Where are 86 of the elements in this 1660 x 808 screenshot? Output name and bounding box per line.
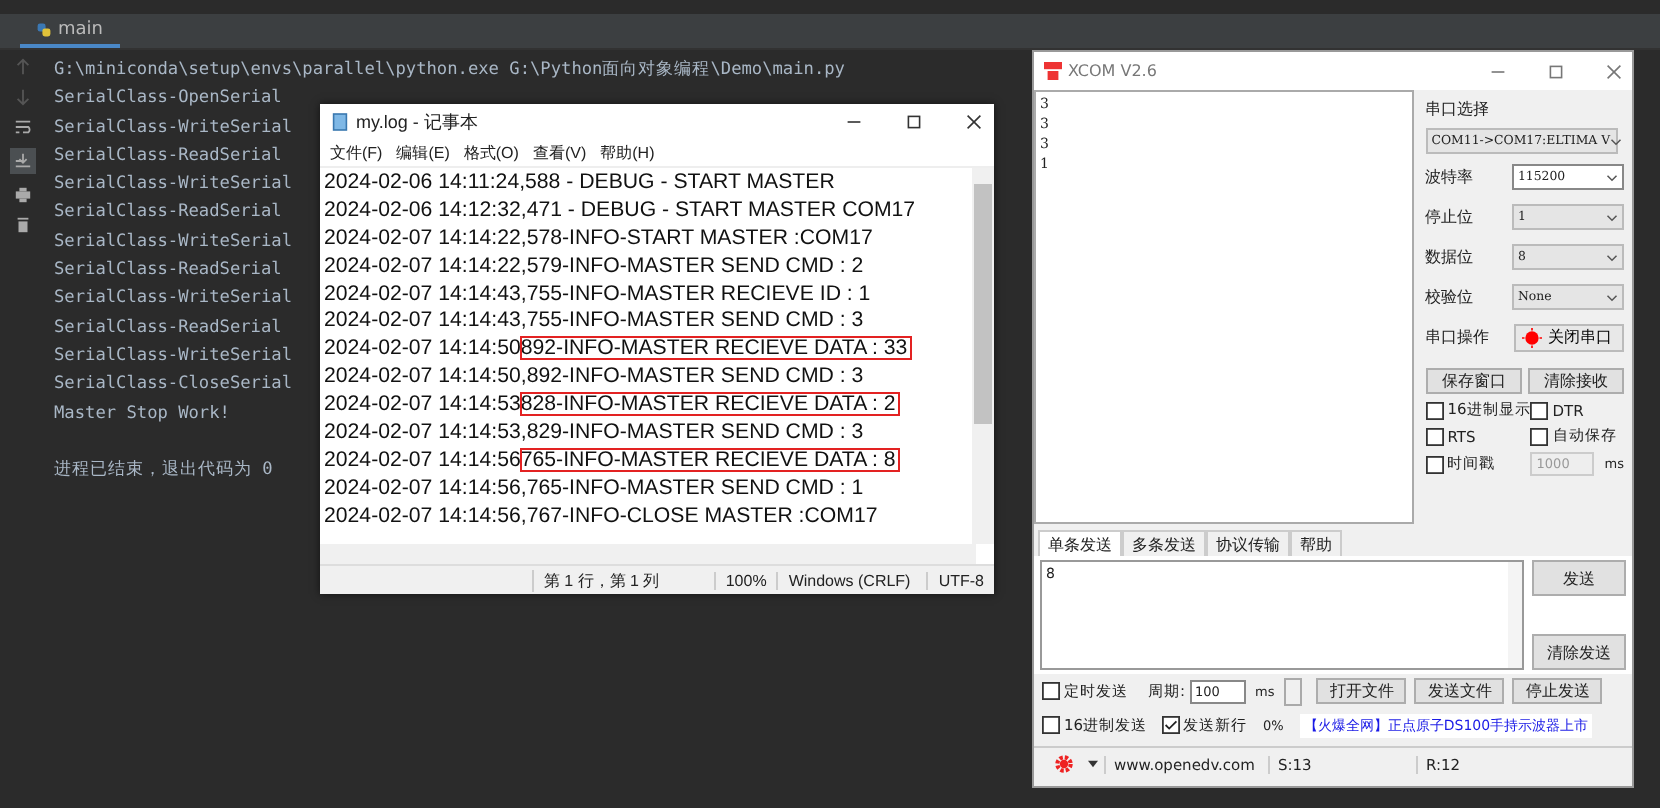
console-line: SerialClass-ReadSerial	[54, 143, 282, 170]
console-line: Master Stop Work!	[54, 401, 230, 428]
logo-icon	[1044, 62, 1062, 80]
setting-label: 校验位	[1425, 286, 1474, 308]
scroll-end-icon[interactable]	[9, 148, 35, 174]
log-line: 2024-02-07 14:14:43,755-INFO-MASTER SEND CMD : 3	[324, 308, 864, 333]
notepad-icon	[332, 112, 348, 132]
log-line: 2024-02-07 14:14:22,579-INFO-MASTER SEND CMD : 2	[324, 253, 864, 278]
console-line: SerialClass-OpenSerial	[54, 86, 282, 113]
setting-label: 波特率	[1425, 166, 1474, 188]
highlighted-log-text: 892-INFO-MASTER RECIEVE DATA : 33	[520, 336, 912, 361]
log-line: 2024-02-07 14:14:56	[324, 447, 521, 472]
log-line: 2024-02-07 14:14:50	[324, 336, 521, 361]
console-line: SerialClass-ReadSerial	[54, 200, 282, 227]
run-tab[interactable]: main	[20, 14, 119, 48]
log-line: 2024-02-07 14:14:56,765-INFO-MASTER SEND CMD : 1	[324, 475, 864, 500]
window-title: XCOM V2.6	[1068, 62, 1157, 80]
settings-icon[interactable]	[1054, 754, 1074, 774]
menu-item[interactable]: 格式(O)	[463, 142, 519, 164]
checkbox[interactable]	[1425, 455, 1444, 473]
console-line: SerialClass-WriteSerial	[54, 343, 292, 370]
console-line: SerialClass-ReadSerial	[54, 315, 282, 342]
wrap-icon[interactable]	[13, 118, 31, 136]
checkbox[interactable]	[1530, 427, 1549, 445]
setting-label: 串口操作	[1425, 326, 1490, 348]
window-title: my.log - 记事本	[356, 109, 478, 135]
file-button[interactable]: 停止发送	[1512, 678, 1603, 704]
checkbox[interactable]	[1042, 716, 1060, 734]
file-button[interactable]: 打开文件	[1316, 678, 1407, 704]
checkbox[interactable]	[1042, 682, 1060, 700]
log-line: 2024-02-07 14:14:53	[324, 392, 521, 417]
section-label: 串口选择	[1425, 98, 1492, 122]
close-port-button[interactable]: 关闭串口	[1514, 323, 1624, 351]
status-text: UTF-8	[926, 571, 994, 589]
checkbox[interactable]	[1425, 401, 1444, 419]
log-line: 2024-02-06 14:11:24,588 - DEBUG - START MASTER	[324, 170, 835, 194]
setting-label: 数据位	[1425, 246, 1474, 268]
console-line: SerialClass-CloseSerial	[54, 372, 292, 399]
console-line: SerialClass-ReadSerial	[54, 258, 282, 285]
menu-item[interactable]: 查看(V)	[532, 142, 587, 164]
caret-icon	[1606, 253, 1618, 261]
python-icon	[36, 21, 52, 37]
highlighted-log-text: 828-INFO-MASTER RECIEVE DATA : 2	[520, 392, 900, 417]
log-line: 2024-02-07 14:14:22,578-INFO-START MASTER :COM17	[324, 225, 873, 250]
checkbox[interactable]	[1425, 427, 1444, 445]
caret-icon	[1610, 137, 1623, 145]
status-text: 100%	[713, 571, 777, 589]
highlighted-log-text: 765-INFO-MASTER RECIEVE DATA : 8	[520, 447, 900, 472]
log-line: 2024-02-07 14:14:56,767-INFO-CLOSE MASTER :COM17	[324, 503, 878, 528]
console-line: SerialClass-WriteSerial	[54, 115, 292, 142]
menu-item[interactable]: 文件(F)	[330, 142, 383, 164]
menu-item[interactable]: 帮助(H)	[600, 142, 655, 164]
caret-icon	[1606, 293, 1618, 301]
log-line: 2024-02-07 14:14:43,755-INFO-MASTER RECIEVE ID : 1	[324, 281, 871, 306]
caret-icon[interactable]	[1088, 760, 1098, 768]
scrollbar[interactable]	[972, 168, 994, 544]
horizontal-scrollbar[interactable]	[320, 544, 976, 564]
log-line: 2024-02-07 14:14:50,892-INFO-MASTER SEND CMD : 3	[324, 364, 864, 389]
console-line: SerialClass-WriteSerial	[54, 229, 292, 256]
panel-button[interactable]: 清除接收	[1527, 368, 1625, 394]
tab[interactable]: 单条发送	[1038, 530, 1122, 556]
console-line: SerialClass-WriteSerial	[54, 286, 292, 313]
file-button[interactable]: 发送文件	[1414, 678, 1505, 704]
clear-send-button[interactable]: 清除发送	[1532, 634, 1626, 670]
log-line: 2024-02-06 14:12:32,471 - DEBUG - START MASTER COM17	[324, 197, 916, 222]
menu-item[interactable]: 编辑(E)	[396, 142, 450, 164]
tab[interactable]: 多条发送	[1122, 530, 1206, 556]
tab[interactable]: 帮助	[1290, 530, 1342, 556]
console-line: 进程已结束，退出代码为 0	[54, 458, 273, 485]
print-icon[interactable]	[13, 186, 31, 204]
console-line: G:\miniconda\setup\envs\parallel\python.exe G:\Python面向对象编程\Demo\main.py	[54, 58, 845, 84]
checkbox[interactable]	[1161, 716, 1180, 734]
status-text: 第 1 行，第 1 列	[531, 569, 714, 591]
checkbox[interactable]	[1530, 401, 1549, 419]
console-line: SerialClass-WriteSerial	[54, 172, 292, 199]
send-button[interactable]: 发送	[1532, 560, 1626, 596]
log-line: 2024-02-07 14:14:53,829-INFO-MASTER SEND CMD : 3	[324, 420, 864, 445]
close-icon[interactable]	[966, 114, 982, 130]
panel-button[interactable]: 保存窗口	[1425, 368, 1522, 394]
tab[interactable]: 协议传输	[1206, 530, 1290, 556]
trash-icon[interactable]	[13, 216, 31, 234]
caret-icon	[1606, 173, 1618, 181]
maximize-icon[interactable]	[906, 114, 922, 130]
status-text: Windows (CRLF)	[776, 571, 927, 589]
caret-icon	[1606, 213, 1618, 221]
setting-label: 停止位	[1425, 206, 1474, 228]
